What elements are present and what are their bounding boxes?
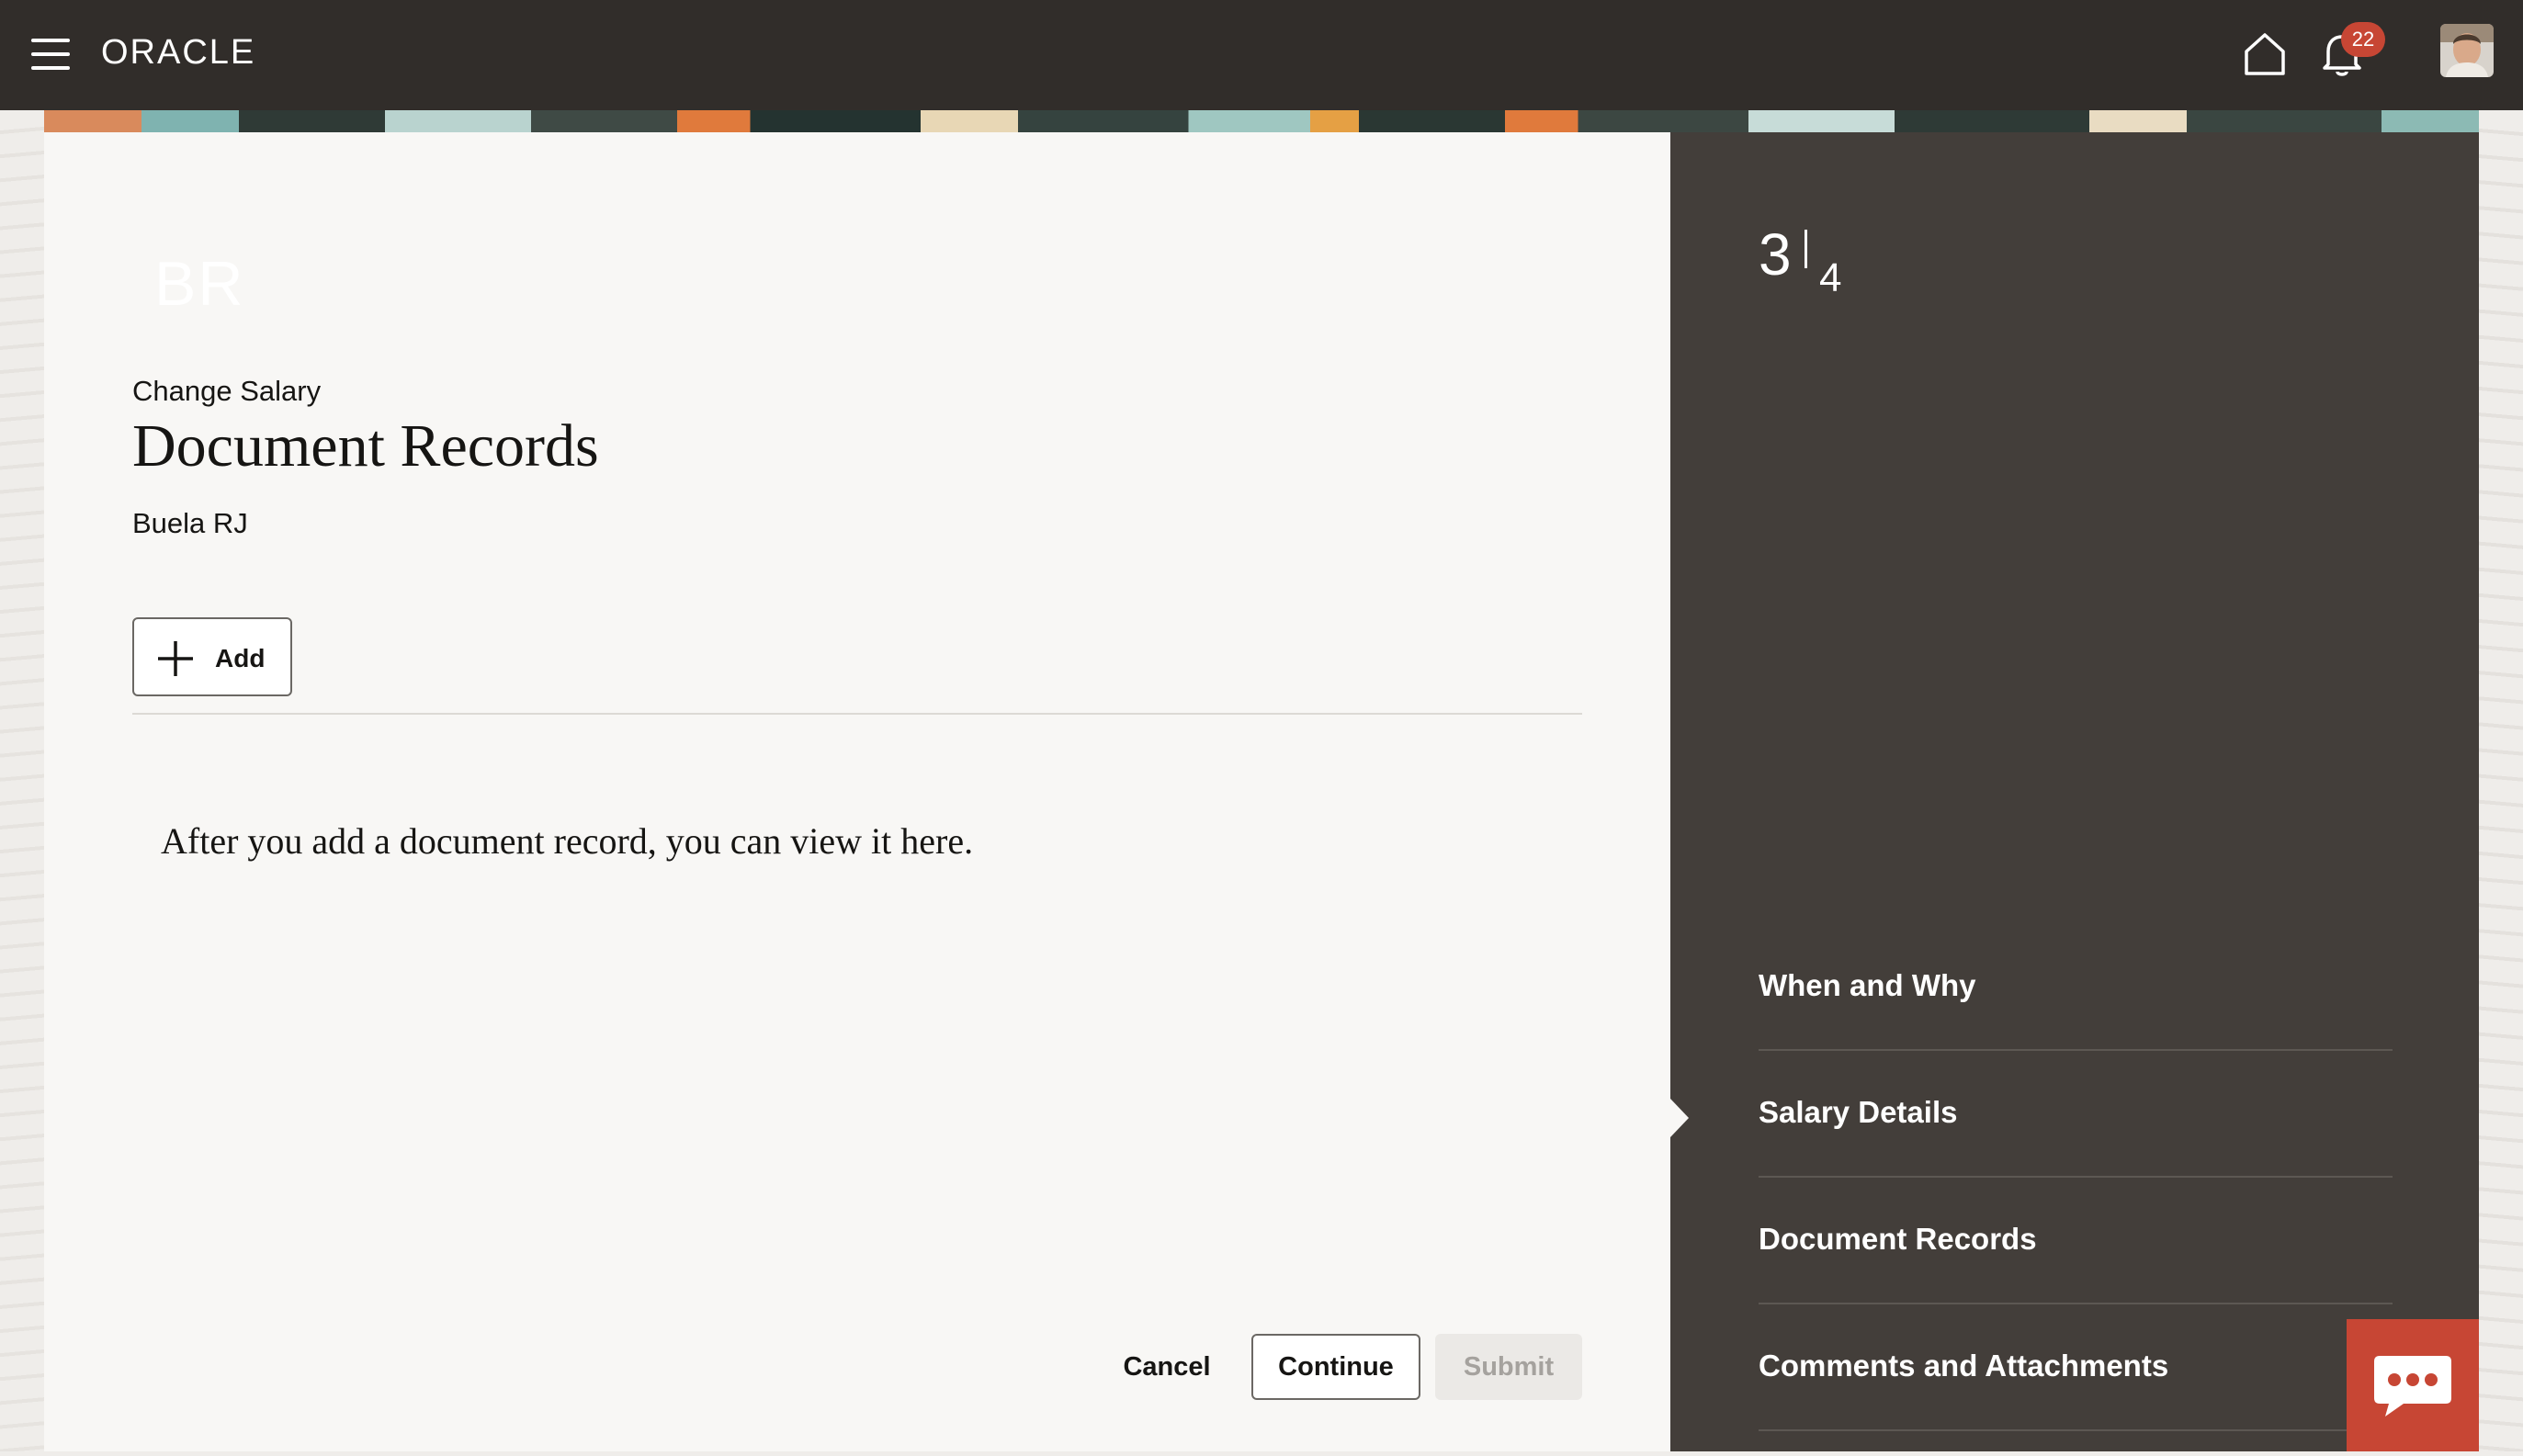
global-header: ORACLE 22	[0, 0, 2523, 110]
step-label: When and Why	[1759, 968, 1976, 1002]
submit-button[interactable]: Submit	[1435, 1334, 1582, 1400]
oracle-logo[interactable]: ORACLE	[101, 33, 255, 73]
divider	[132, 713, 1582, 715]
step-list: When and Why Salary Details Document Rec…	[1759, 924, 2393, 1431]
main-content-card	[44, 132, 1670, 1451]
chat-icon[interactable]	[2347, 1319, 2479, 1451]
home-icon[interactable]	[2242, 29, 2288, 79]
current-step-pointer	[1670, 1099, 1689, 1137]
plus-icon	[158, 641, 193, 676]
person-name: Buela RJ	[132, 507, 248, 539]
continue-button[interactable]: Continue	[1251, 1334, 1420, 1400]
background-decoration-left	[0, 110, 44, 1451]
step-salary-details[interactable]: Salary Details	[1759, 1051, 2393, 1178]
decorative-banner	[44, 110, 2479, 132]
menu-icon[interactable]	[31, 39, 70, 72]
step-navigation-panel: 3 4 When and Why Salary Details Document…	[1670, 132, 2479, 1451]
step-label: Salary Details	[1759, 1095, 1958, 1129]
page-subtitle: Change Salary	[132, 375, 322, 407]
step-label: Document Records	[1759, 1222, 2037, 1256]
step-separator	[1805, 230, 1807, 268]
background-decoration-right	[2479, 110, 2523, 1451]
current-step-number: 3	[1759, 221, 1792, 288]
step-document-records[interactable]: Document Records	[1759, 1178, 2393, 1304]
user-avatar[interactable]	[2440, 24, 2494, 77]
step-comments-and-attachments[interactable]: Comments and Attachments	[1759, 1304, 2393, 1431]
step-label: Comments and Attachments	[1759, 1349, 2169, 1383]
cancel-button[interactable]: Cancel	[1103, 1334, 1231, 1400]
add-button-label: Add	[215, 644, 266, 672]
notification-badge: 22	[2341, 22, 2385, 57]
add-button[interactable]: Add	[132, 617, 292, 696]
step-when-and-why[interactable]: When and Why	[1759, 924, 2393, 1051]
total-steps-number: 4	[1819, 255, 1842, 300]
page-title: Document Records	[132, 412, 599, 480]
person-initials: BR	[154, 249, 245, 319]
empty-state-message: After you add a document record, you can…	[161, 820, 974, 862]
